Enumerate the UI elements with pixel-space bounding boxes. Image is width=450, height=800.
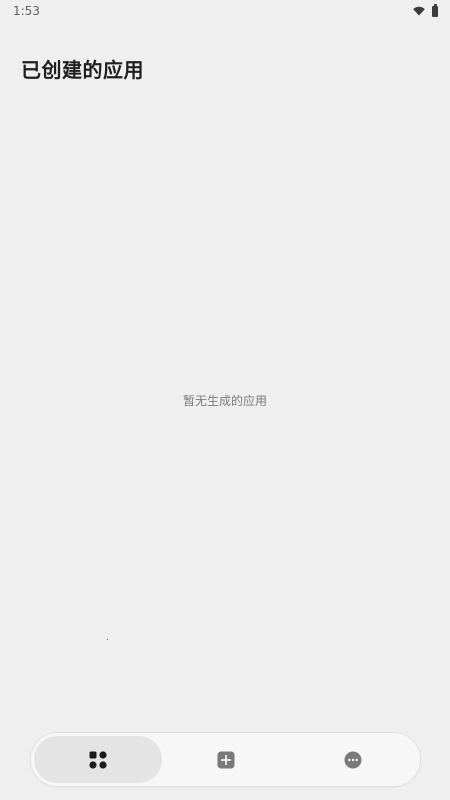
status-bar: 1:53 [0,0,450,22]
add-square-icon [217,751,235,769]
apps-grid-icon [89,750,107,769]
artifact-dot [107,639,108,640]
page-title: 已创建的应用 [21,58,144,82]
nav-tab-more[interactable] [289,736,417,783]
wifi-icon [413,6,425,16]
app-screen: 1:53 已创建的应用 暂无生成的应用 [0,0,450,800]
nav-tab-create[interactable] [162,736,290,783]
more-circle-icon [344,751,362,769]
battery-icon [432,3,438,17]
nav-tab-apps[interactable] [34,736,162,783]
empty-state-message: 暂无生成的应用 [182,394,267,408]
bottom-navigation [31,733,420,786]
status-icons [413,3,438,17]
status-time: 1:53 [13,4,40,18]
